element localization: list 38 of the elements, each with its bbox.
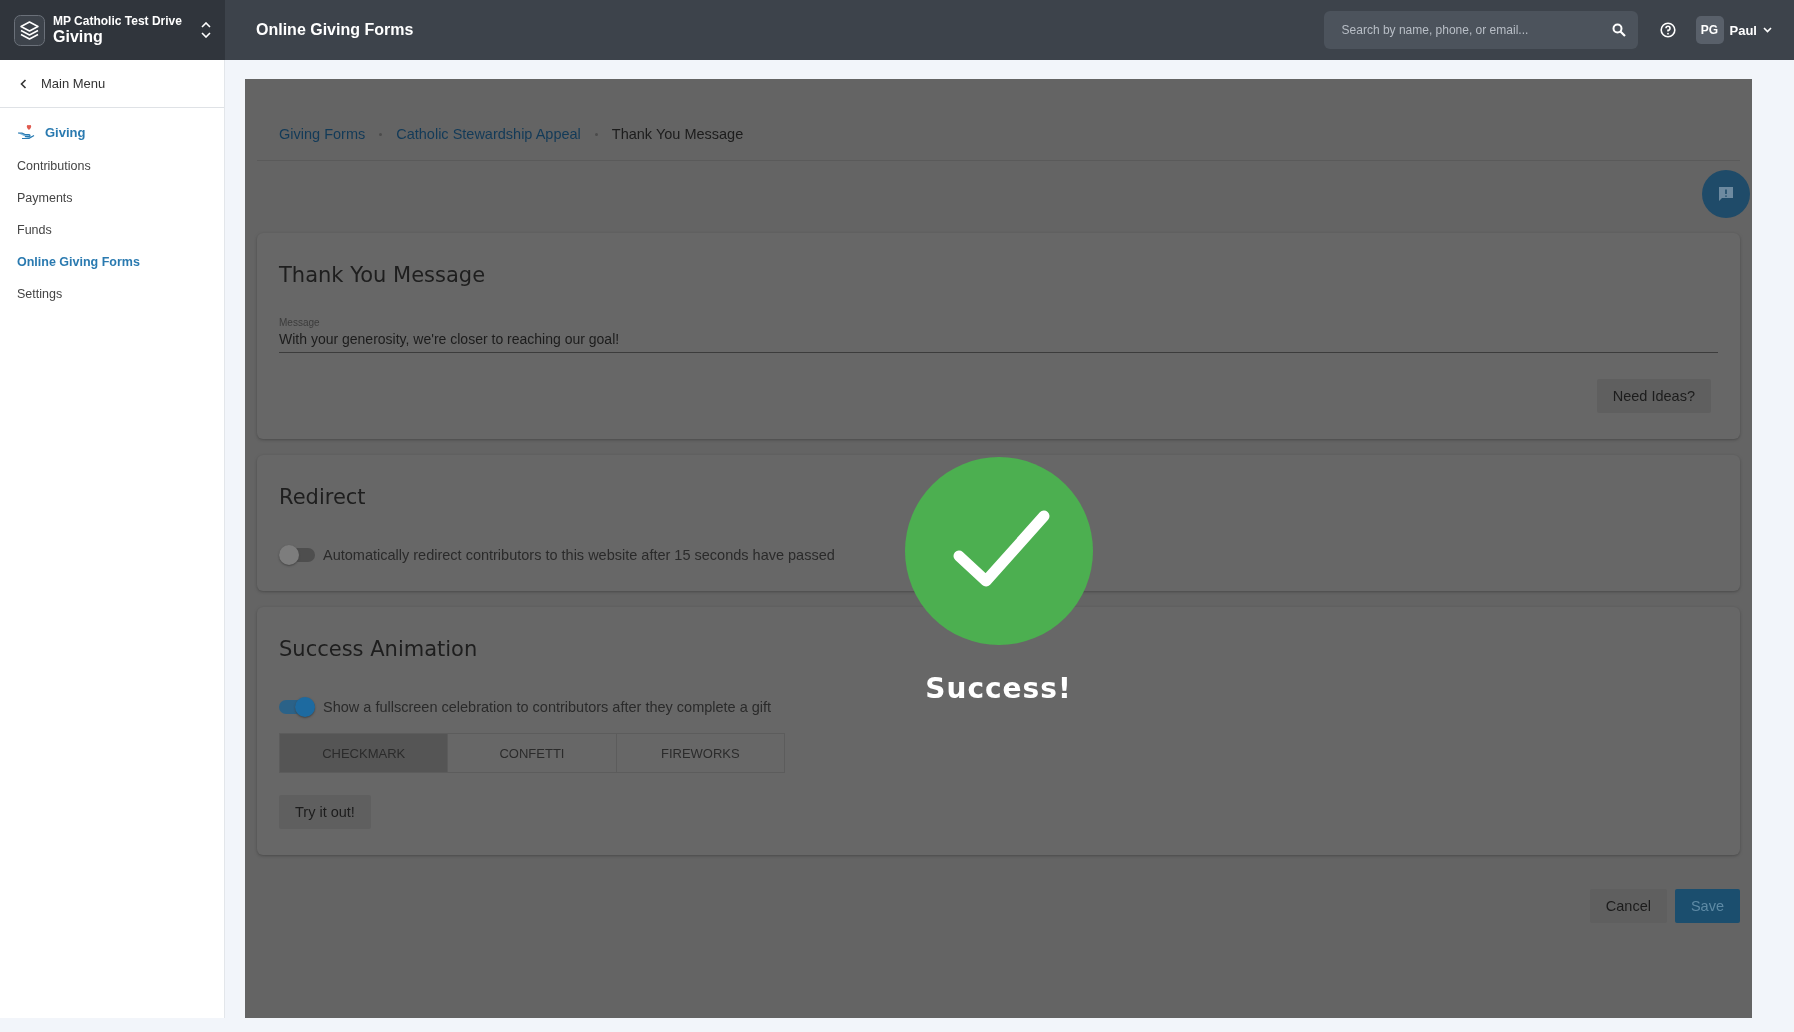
breadcrumb-link[interactable]: Giving Forms [279,126,366,142]
try-it-out-button[interactable]: Try it out! [279,795,371,829]
chevrons-icon [201,22,211,38]
breadcrumb-link[interactable]: Catholic Stewardship Appeal [396,126,581,142]
sidebar-item[interactable]: Settings [0,278,224,310]
sidebar-item[interactable]: Payments [0,182,224,214]
section-label: Giving [45,124,86,140]
need-ideas-button[interactable]: Need Ideas? [1596,379,1711,413]
toggle-switch[interactable] [279,548,315,562]
page-title: Online Giving Forms [256,21,414,39]
search-box[interactable]: Search by name, phone, or email... [1323,11,1638,49]
search-field[interactable]: Search by name, phone, or email... [1339,22,1612,38]
sidebar-item[interactable]: Contributions [0,150,224,182]
switcher-button[interactable] [199,20,213,40]
card-title: Thank You Message [279,263,487,287]
organization-name: MP Catholic Test Drive [53,14,183,28]
message-field[interactable]: With your generosity, we're closer to reaching our goal! [279,331,1718,347]
card-title: Redirect [279,485,367,509]
layers-logo-icon [14,14,45,46]
breadcrumb-current: Thank You Message [611,126,744,142]
user-menu[interactable]: PG Paul [1695,0,1772,60]
toggle-switch[interactable] [279,700,315,714]
success-checkmark-icon [903,456,1094,646]
chevron-left-icon [20,78,27,89]
cancel-button[interactable]: Cancel [1589,889,1667,923]
feedback-button[interactable] [1702,170,1750,218]
chevron-down-icon [1763,27,1772,33]
search-icon [1611,23,1626,37]
hand-heart-icon [17,124,35,140]
sidebar-item[interactable]: Funds [0,214,224,246]
toggle-label: Show a fullscreen celebration to contributors after they complete a gift [323,699,772,715]
save-button[interactable]: Save [1674,889,1740,923]
card-title: Success Animation [279,637,479,661]
chat-alert-icon [1717,185,1735,203]
module-name: Giving [53,28,104,46]
success-message: Success! [925,672,1072,705]
toggle-label: Automatically redirect contributors to this website after 15 seconds have passed [323,547,835,563]
sidebar-item[interactable]: Online Giving Forms [0,246,224,278]
